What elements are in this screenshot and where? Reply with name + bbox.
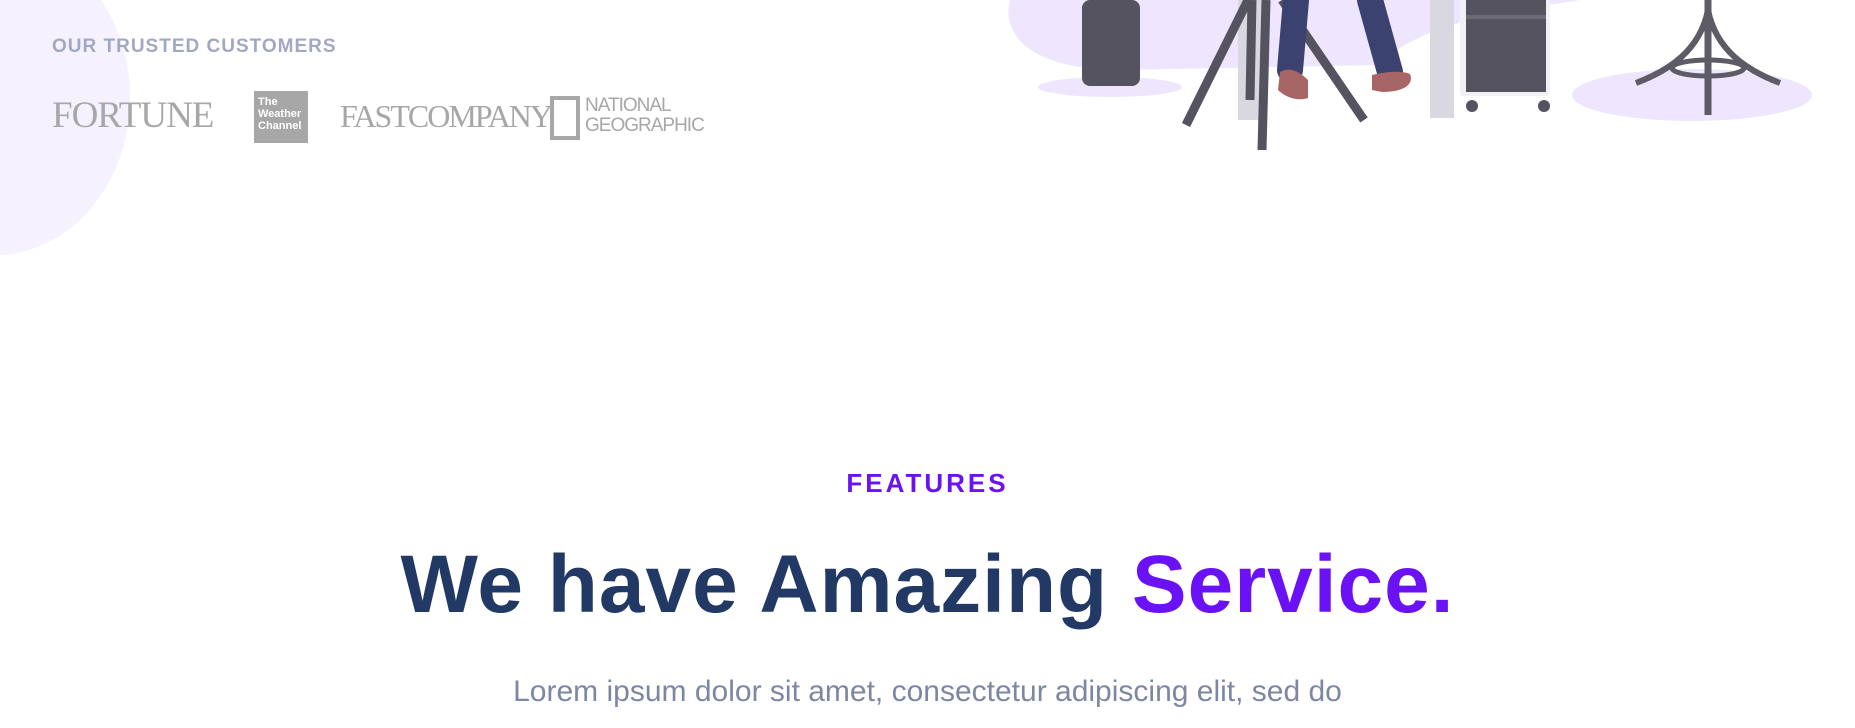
natgeo-frame-icon	[550, 96, 580, 140]
cabinet-wheel	[1538, 100, 1550, 112]
customer-logos: FORTUNE The Weather Channel FASTCOMPANY …	[52, 86, 752, 156]
natgeo-line: NATIONAL	[585, 95, 672, 116]
weather-channel-logo-line: Weather	[258, 108, 302, 120]
fast-company-logo: FASTCOMPANY	[340, 98, 553, 134]
cabinet-body	[1466, 0, 1546, 92]
person-shoe	[1372, 71, 1411, 92]
weather-channel-logo-line: Channel	[258, 120, 302, 132]
trusted-customers-label: OUR TRUSTED CUSTOMERS	[52, 36, 337, 57]
person-shoe	[1278, 69, 1308, 100]
desk-leg-right	[1430, 0, 1454, 118]
features-intro: Lorem ipsum dolor sit amet, consectetur …	[513, 675, 1342, 708]
features-headline: We have Amazing Service.	[0, 540, 1855, 630]
features-tag: FEATURES	[846, 468, 1009, 498]
natgeo-wordmark: NATIONAL GEOGRAPHIC	[585, 95, 705, 136]
headline-main: We have Amazing	[400, 539, 1132, 630]
weather-channel-logo: The Weather Channel	[254, 91, 308, 143]
headline-accent: Service.	[1131, 539, 1455, 630]
fortune-logo: FORTUNE	[52, 95, 214, 136]
plant-pot	[1082, 0, 1140, 86]
cabinet-wheel	[1466, 100, 1478, 112]
page: OUR TRUSTED CUSTOMERS FORTUNE The Weathe…	[0, 0, 1855, 728]
cabinet-line	[1466, 15, 1546, 19]
weather-channel-logo-line: The	[258, 96, 278, 108]
office-illustration	[1008, 0, 1812, 151]
natgeo-line: GEOGRAPHIC	[585, 115, 705, 136]
